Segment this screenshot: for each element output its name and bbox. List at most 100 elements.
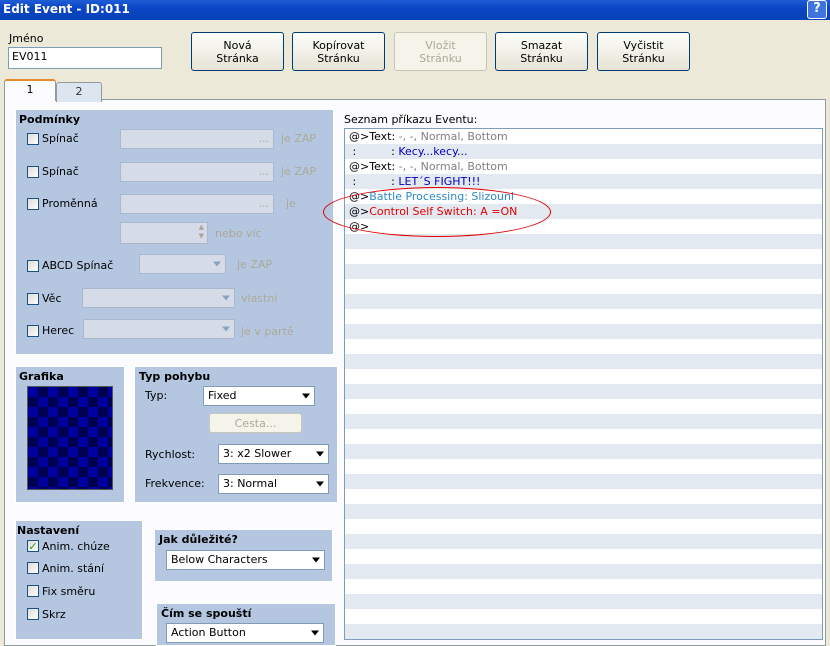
command-row-empty[interactable] bbox=[345, 294, 822, 309]
switch2-label: Spínač bbox=[42, 165, 79, 178]
item-label: Věc bbox=[42, 292, 62, 305]
event-graphic-preview[interactable] bbox=[27, 386, 113, 490]
variable-or-more: nebo víc bbox=[215, 227, 262, 240]
command-row-empty[interactable] bbox=[345, 354, 822, 369]
command-prefix: @>Text: bbox=[349, 160, 399, 173]
options-title: Nastavení bbox=[17, 524, 80, 537]
command-row-empty[interactable] bbox=[345, 459, 822, 474]
command-list-title: Seznam příkazu Eventu: bbox=[344, 113, 478, 126]
command-row[interactable]: : : Kecy...kecy... bbox=[345, 144, 822, 159]
switch2-checkbox[interactable] bbox=[27, 166, 39, 178]
command-prefix: @>Text: bbox=[349, 130, 399, 143]
tab-page-1[interactable]: 1 bbox=[4, 79, 56, 101]
name-input[interactable]: EV011 bbox=[8, 47, 162, 69]
variable-selector[interactable]: ... bbox=[120, 194, 274, 214]
move-frequency-dropdown[interactable]: 3: Normal bbox=[218, 474, 329, 494]
tab-page-2[interactable]: 2 bbox=[56, 82, 102, 102]
self-switch-dropdown[interactable] bbox=[139, 254, 226, 274]
item-checkbox[interactable] bbox=[27, 293, 39, 305]
priority-title: Jak důležité? bbox=[159, 533, 238, 546]
copy-page-button[interactable]: Kopírovat Stránku bbox=[292, 32, 385, 71]
command-row-empty[interactable] bbox=[345, 519, 822, 534]
options-group bbox=[15, 520, 143, 640]
command-text: Kecy...kecy... bbox=[398, 145, 468, 158]
direction-fix-label: Fix směru bbox=[42, 585, 96, 598]
item-suffix: vlastní bbox=[241, 292, 278, 305]
command-text: -, -, Normal, Bottom bbox=[398, 160, 508, 173]
walk-anim-label: Anim. chúze bbox=[42, 540, 110, 553]
command-row-empty[interactable] bbox=[345, 609, 822, 624]
variable-suffix: je bbox=[286, 197, 296, 210]
switch1-checkbox[interactable] bbox=[27, 133, 39, 145]
help-button[interactable]: ? bbox=[807, 0, 827, 19]
chevron-down-icon bbox=[311, 630, 319, 636]
switch1-suffix: je ZAP bbox=[281, 132, 317, 145]
move-speed-dropdown[interactable]: 3: x2 Slower bbox=[218, 444, 329, 464]
command-row-empty[interactable] bbox=[345, 429, 822, 444]
paste-page-button[interactable]: Vložit Stránku bbox=[394, 32, 487, 71]
command-row-empty[interactable] bbox=[345, 324, 822, 339]
actor-dropdown[interactable] bbox=[83, 319, 235, 339]
chevron-down-icon bbox=[222, 295, 230, 301]
variable-value-spinner[interactable]: ▲ ▼ bbox=[120, 222, 208, 244]
self-switch-suffix: je ZAP bbox=[237, 258, 273, 271]
command-row-empty[interactable] bbox=[345, 504, 822, 519]
item-dropdown[interactable] bbox=[82, 288, 235, 308]
command-row-empty[interactable] bbox=[345, 339, 822, 354]
delete-page-button[interactable]: Smazat Stránku bbox=[495, 32, 588, 71]
command-row-empty[interactable] bbox=[345, 594, 822, 609]
step-anim-label: Anim. stání bbox=[42, 562, 105, 575]
command-text: -, -, Normal, Bottom bbox=[398, 130, 508, 143]
command-row-empty[interactable] bbox=[345, 369, 822, 384]
self-switch-checkbox[interactable] bbox=[27, 260, 39, 272]
command-row-empty[interactable] bbox=[345, 384, 822, 399]
chevron-down-icon bbox=[316, 481, 324, 487]
variable-checkbox[interactable] bbox=[27, 198, 39, 210]
chevron-down-icon bbox=[222, 326, 230, 332]
command-row-empty[interactable] bbox=[345, 399, 822, 414]
actor-checkbox[interactable] bbox=[27, 325, 39, 337]
command-row[interactable]: @>Text: -, -, Normal, Bottom bbox=[345, 159, 822, 174]
trigger-dropdown[interactable]: Action Button bbox=[166, 623, 324, 643]
command-row-empty[interactable] bbox=[345, 444, 822, 459]
command-row-empty[interactable] bbox=[345, 564, 822, 579]
new-page-button[interactable]: Nová Stránka bbox=[191, 32, 284, 71]
command-row-empty[interactable] bbox=[345, 489, 822, 504]
actor-suffix: je v partě bbox=[241, 325, 294, 338]
graphic-title: Grafika bbox=[19, 370, 64, 383]
annotation-ellipse bbox=[323, 187, 551, 237]
command-row-empty[interactable] bbox=[345, 549, 822, 564]
command-row-empty[interactable] bbox=[345, 279, 822, 294]
switch2-selector[interactable]: ... bbox=[120, 162, 274, 182]
command-row-empty[interactable] bbox=[345, 534, 822, 549]
command-row-empty[interactable] bbox=[345, 309, 822, 324]
window-title: Edit Event - ID:011 bbox=[3, 2, 130, 16]
move-speed-label: Rychlost: bbox=[145, 448, 196, 461]
command-row-empty[interactable] bbox=[345, 624, 822, 639]
step-anim-checkbox[interactable] bbox=[27, 562, 39, 574]
clear-page-button[interactable]: Vyčistit Stránku bbox=[597, 32, 690, 71]
move-route-button[interactable]: Cesta... bbox=[209, 413, 302, 433]
through-label: Skrz bbox=[42, 608, 66, 621]
command-row-empty[interactable] bbox=[345, 414, 822, 429]
variable-label: Proměnná bbox=[42, 197, 98, 210]
move-type-dropdown[interactable]: Fixed bbox=[203, 386, 315, 406]
through-checkbox[interactable] bbox=[27, 608, 39, 620]
walk-anim-checkbox[interactable] bbox=[27, 540, 39, 552]
name-label: Jméno bbox=[9, 32, 44, 45]
priority-dropdown[interactable]: Below Characters bbox=[166, 550, 325, 570]
chevron-down-icon bbox=[213, 261, 221, 267]
direction-fix-checkbox[interactable] bbox=[27, 585, 39, 597]
command-row-empty[interactable] bbox=[345, 264, 822, 279]
move-frequency-label: Frekvence: bbox=[145, 477, 205, 490]
command-row-empty[interactable] bbox=[345, 249, 822, 264]
actor-label: Herec bbox=[42, 324, 75, 337]
conditions-title: Podmínky bbox=[19, 113, 81, 126]
movement-title: Typ pohybu bbox=[139, 370, 211, 383]
command-prefix: : : bbox=[349, 145, 399, 158]
self-switch-label: ABCD Spínač bbox=[42, 259, 114, 272]
command-row-empty[interactable] bbox=[345, 474, 822, 489]
switch1-selector[interactable]: ... bbox=[120, 129, 274, 149]
command-row[interactable]: @>Text: -, -, Normal, Bottom bbox=[345, 129, 822, 144]
command-row-empty[interactable] bbox=[345, 579, 822, 594]
